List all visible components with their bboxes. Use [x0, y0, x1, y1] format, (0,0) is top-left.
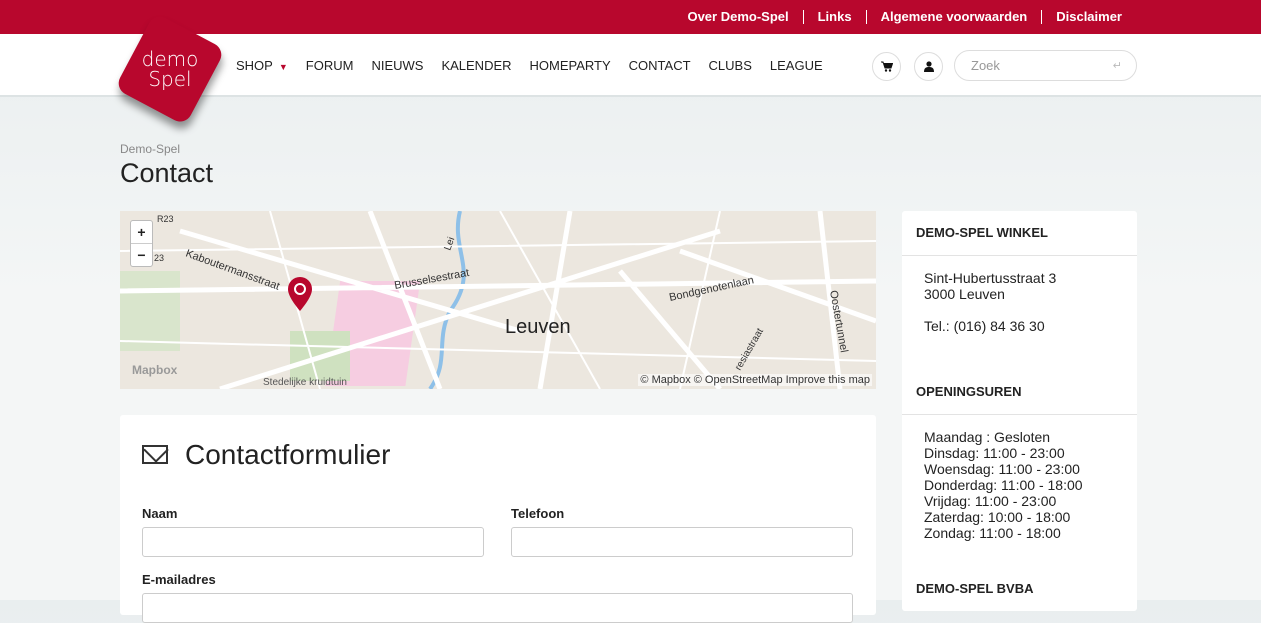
hours-title: OPENINGSUREN	[902, 370, 1137, 415]
svg-text:23: 23	[154, 253, 164, 263]
envelope-icon	[142, 445, 168, 464]
hours-line: Donderdag: 11:00 - 18:00	[924, 477, 1083, 493]
email-label: E-mailadres	[142, 572, 216, 587]
link-voorwaarden[interactable]: Algemene voorwaarden	[865, 10, 1042, 24]
map[interactable]: Kaboutermansstraat Brusselsestraat Lei B…	[120, 211, 876, 389]
page-title: Contact	[120, 158, 214, 188]
nav-kalender[interactable]: KALENDER	[441, 58, 511, 73]
map-attribution[interactable]: © Mapbox © OpenStreetMap Improve this ma…	[638, 374, 872, 386]
nav-nieuws[interactable]: NIEUWS	[371, 58, 423, 73]
hours-line: Maandag : Gesloten	[924, 429, 1051, 445]
header: demo Spel SHOP ▼ FORUM NIEUWS KALENDER HO…	[0, 12, 1261, 126]
contact-form: Contactformulier Naam Telefoon E-mailadr…	[120, 415, 876, 623]
svg-text:Bondgenotenlaan: Bondgenotenlaan	[668, 274, 755, 304]
account-button[interactable]	[914, 52, 943, 81]
hours-line: Zaterdag: 10:00 - 18:00	[924, 509, 1071, 525]
map-tiles: Kaboutermansstraat Brusselsestraat Lei B…	[120, 211, 876, 389]
svg-text:Lei: Lei	[442, 236, 457, 252]
email-input[interactable]	[142, 593, 853, 623]
shop-title: DEMO-SPEL WINKEL	[902, 211, 1137, 256]
enter-icon: ↵	[1112, 60, 1122, 72]
phone-input[interactable]	[511, 527, 853, 557]
hours-line: Dinsdag: 11:00 - 23:00	[924, 445, 1065, 461]
search-input[interactable]: Zoek ↵	[954, 50, 1137, 81]
nav-forum[interactable]: FORUM	[306, 58, 354, 73]
link-links[interactable]: Links	[802, 10, 866, 24]
cart-icon	[880, 61, 893, 72]
phone-label: Telefoon	[511, 506, 565, 521]
hours-line: Woensdag: 11:00 - 23:00	[924, 461, 1080, 477]
hours-line: Vrijdag: 11:00 - 23:00	[924, 493, 1057, 509]
main-nav: SHOP ▼ FORUM NIEUWS KALENDER HOMEPARTY CO…	[236, 34, 823, 97]
zoom-out-button[interactable]: −	[131, 244, 152, 267]
link-disclaimer[interactable]: Disclaimer	[1041, 10, 1136, 24]
nav-homeparty[interactable]: HOMEPARTY	[530, 58, 611, 73]
name-label: Naam	[142, 506, 178, 521]
nav-contact[interactable]: CONTACT	[629, 58, 691, 73]
sidebar: DEMO-SPEL WINKEL Sint-Hubertusstraat 3 3…	[902, 211, 1137, 611]
address-city: 3000 Leuven	[924, 286, 1005, 302]
form-title: Contactformulier	[185, 439, 391, 470]
top-bar: Over Demo-Spel Links Algemene voorwaarde…	[0, 0, 1261, 34]
user-icon	[923, 61, 934, 72]
nav-clubs[interactable]: CLUBS	[709, 58, 752, 73]
map-marker-icon	[288, 277, 312, 311]
svg-text:Stedelijke kruidtuin: Stedelijke kruidtuin	[263, 377, 347, 388]
svg-text:Leuven: Leuven	[505, 316, 571, 338]
svg-text:R23: R23	[157, 214, 174, 224]
zoom-in-button[interactable]: +	[131, 221, 152, 244]
phone-number: Tel.: (016) 84 36 30	[924, 318, 1045, 334]
cart-button[interactable]	[872, 52, 901, 81]
breadcrumb[interactable]: Demo-Spel	[120, 142, 180, 156]
address-street: Sint-Hubertusstraat 3	[924, 270, 1057, 286]
svg-text:Mapbox: Mapbox	[132, 363, 178, 377]
link-over[interactable]: Over Demo-Spel	[673, 10, 802, 24]
name-input[interactable]	[142, 527, 484, 557]
nav-shop[interactable]: SHOP ▼	[236, 58, 288, 73]
hours-line: Zondag: 11:00 - 18:00	[924, 525, 1061, 541]
nav-league[interactable]: LEAGUE	[770, 58, 823, 73]
caret-down-icon: ▼	[278, 62, 288, 72]
svg-text:resiastraat: resiastraat	[733, 326, 766, 372]
map-zoom-control: + −	[130, 220, 153, 267]
company-title: DEMO-SPEL BVBA	[916, 581, 1034, 596]
